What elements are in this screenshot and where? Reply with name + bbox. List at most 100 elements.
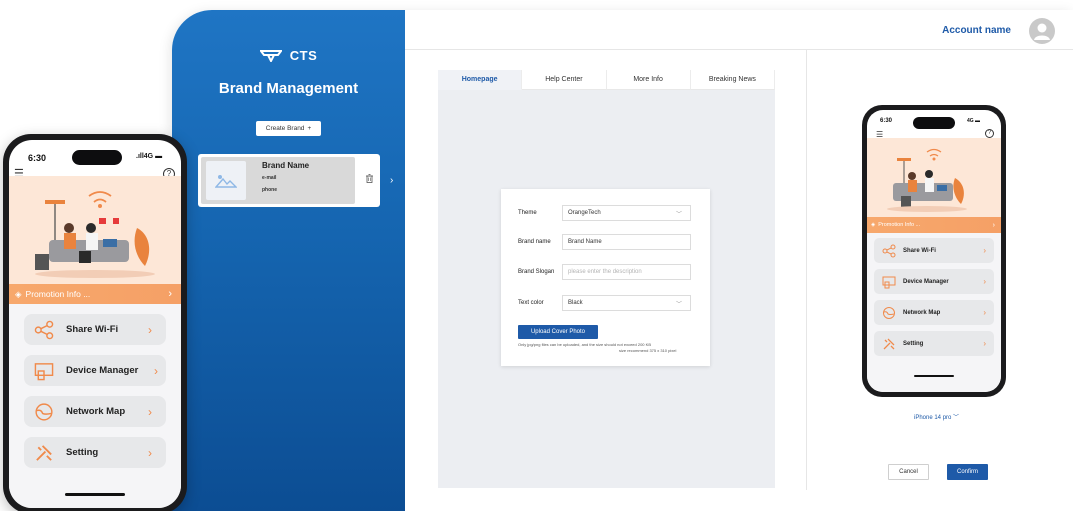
dynamic-island [913,117,955,129]
account-name[interactable]: Account name [942,25,1011,36]
text-color-select[interactable]: Black ﹀ [562,295,691,311]
theme-row: Theme OrangeTech ﹀ [518,205,691,221]
chevron-right-icon[interactable]: › [390,175,393,186]
menu-item-device-manager[interactable]: Device Manager › [874,269,994,294]
tab-more-info[interactable]: More Info [606,70,691,90]
promotion-text: Promotion Info ... [878,222,921,228]
cancel-button[interactable]: Cancel [888,464,929,480]
promotion-text: Promotion Info ... [25,289,91,299]
status-network: 4G ▬ [967,118,981,124]
brand-name: Brand Name [262,161,310,170]
hero-illustration [9,176,181,284]
chevron-down-icon: ﹀ [675,302,682,308]
user-icon [1034,23,1050,40]
tab-breaking-news[interactable]: Breaking News [690,70,775,90]
tab-homepage[interactable]: Homepage [438,70,523,90]
chevron-down-icon: ﹀ [675,212,682,218]
page-title: Brand Management [218,80,359,97]
phone-menu: Share Wi-Fi › Device Manager › Network M… [9,304,181,508]
trash-icon[interactable] [366,174,373,183]
image-placeholder-icon [206,161,246,200]
promotion-icon: ◈ [871,222,876,228]
text-color-row: Text color Black ﹀ [518,295,691,311]
preview-phone: 6:30 4G ▬ ☰ ? ◈ Promotion Info ... › Sha… [862,105,1006,397]
chevron-right-icon: › [148,404,152,419]
home-indicator [65,493,125,496]
chevron-right-icon: › [168,288,172,300]
editor-tabs: Homepage Help Center More Info Breaking … [438,70,775,90]
help-icon[interactable]: ? [985,129,994,138]
sidebar: CTS Brand Management Create Brand + Bran… [172,10,405,511]
menu-item-label: Share Wi-Fi [903,247,936,254]
menu-item-label: Share Wi-Fi [66,324,119,335]
menu-item-label: Setting [903,340,924,347]
status-time: 6:30 [28,153,47,163]
status-network: .ıll4G ▬ [136,153,163,160]
brand-slogan-input[interactable]: please enter the description [562,264,691,280]
upload-size-note: size recommend 375 x 310 pixel [619,348,677,353]
brand-card-body: Brand Name e-mail phone [201,157,355,204]
plus-icon: + [307,125,312,132]
chevron-right-icon: › [983,277,986,286]
hero-illustration [867,138,1001,217]
menu-item-label: Setting [66,447,99,458]
tab-help-center[interactable]: Help Center [522,70,607,90]
chevron-right-icon: › [983,308,986,317]
menu-item-label: Network Map [903,309,941,316]
chevron-down-icon: ﹀ [953,415,960,421]
logo: CTS [172,48,405,63]
device-select[interactable]: iPhone 14 pro ﹀ [914,412,959,421]
showcase-phone: 6:30 .ıll4G ▬ ☰ ? ◈ Promotion Info ... ›… [3,134,187,511]
share-icon [34,320,54,339]
menu-item-network-map[interactable]: Network Map › [24,396,166,427]
status-time: 6:30 [880,118,893,124]
chevron-right-icon: › [983,246,986,255]
device-manager-icon [882,276,896,288]
theme-value: OrangeTech [568,210,601,216]
menu-item-label: Device Manager [903,278,949,285]
chevron-right-icon: › [148,322,152,337]
menu-item-network-map[interactable]: Network Map › [874,300,994,325]
chevron-right-icon: › [154,363,158,378]
menu-item-setting[interactable]: Setting › [874,331,994,356]
brand-slogan-row: Brand Slogan please enter the descriptio… [518,264,691,280]
upload-note: Only jpg/png files can be uploaded, and … [518,342,651,347]
family-illustration-icon [887,148,967,212]
brand-name-input[interactable]: Brand Name [562,234,691,250]
topbar: Account name [405,10,1073,50]
network-map-icon [883,306,895,319]
chevron-right-icon: › [992,221,995,229]
share-icon [882,244,896,257]
home-indicator [914,375,954,377]
menu-item-device-manager[interactable]: Device Manager › [24,355,166,386]
showcase-phone-screen: 6:30 .ıll4G ▬ ☰ ? ◈ Promotion Info ... ›… [9,140,181,508]
divider [806,50,807,490]
brand-card[interactable]: Brand Name e-mail phone [198,154,380,207]
promotion-banner[interactable]: ◈ Promotion Info ... › [9,284,181,304]
phone-menu: Share Wi-Fi › Device Manager › Network M… [867,233,1001,392]
promotion-banner[interactable]: ◈ Promotion Info ... › [867,217,1001,233]
theme-select[interactable]: OrangeTech ﹀ [562,205,691,221]
family-illustration-icon [35,191,155,278]
create-brand-button[interactable]: Create Brand + [256,121,321,136]
avatar[interactable] [1029,18,1055,44]
brand-slogan-label: Brand Slogan [518,269,555,275]
brand-name-row: Brand name Brand Name [518,234,691,250]
upload-cover-photo-button[interactable]: Upload Cover Photo [518,325,598,339]
confirm-button[interactable]: Confirm [947,464,988,480]
device-select-value: iPhone 14 pro [914,415,952,421]
menu-item-share-wifi[interactable]: Share Wi-Fi › [874,238,994,263]
network-map-icon [35,402,53,421]
chevron-right-icon: › [148,445,152,460]
promotion-icon: ◈ [15,288,22,299]
setting-icon [36,444,52,461]
preview-phone-screen: 6:30 4G ▬ ☰ ? ◈ Promotion Info ... › Sha… [867,110,1001,392]
create-brand-label: Create Brand [265,125,305,132]
cts-logo-icon [259,49,282,62]
menu-item-share-wifi[interactable]: Share Wi-Fi › [24,314,166,345]
brand-name-label: Brand name [518,239,551,245]
theme-label: Theme [518,210,537,216]
homepage-form: Theme OrangeTech ﹀ Brand name Brand Name… [501,189,710,366]
brand-email: e-mail [262,175,277,181]
menu-item-setting[interactable]: Setting › [24,437,166,468]
